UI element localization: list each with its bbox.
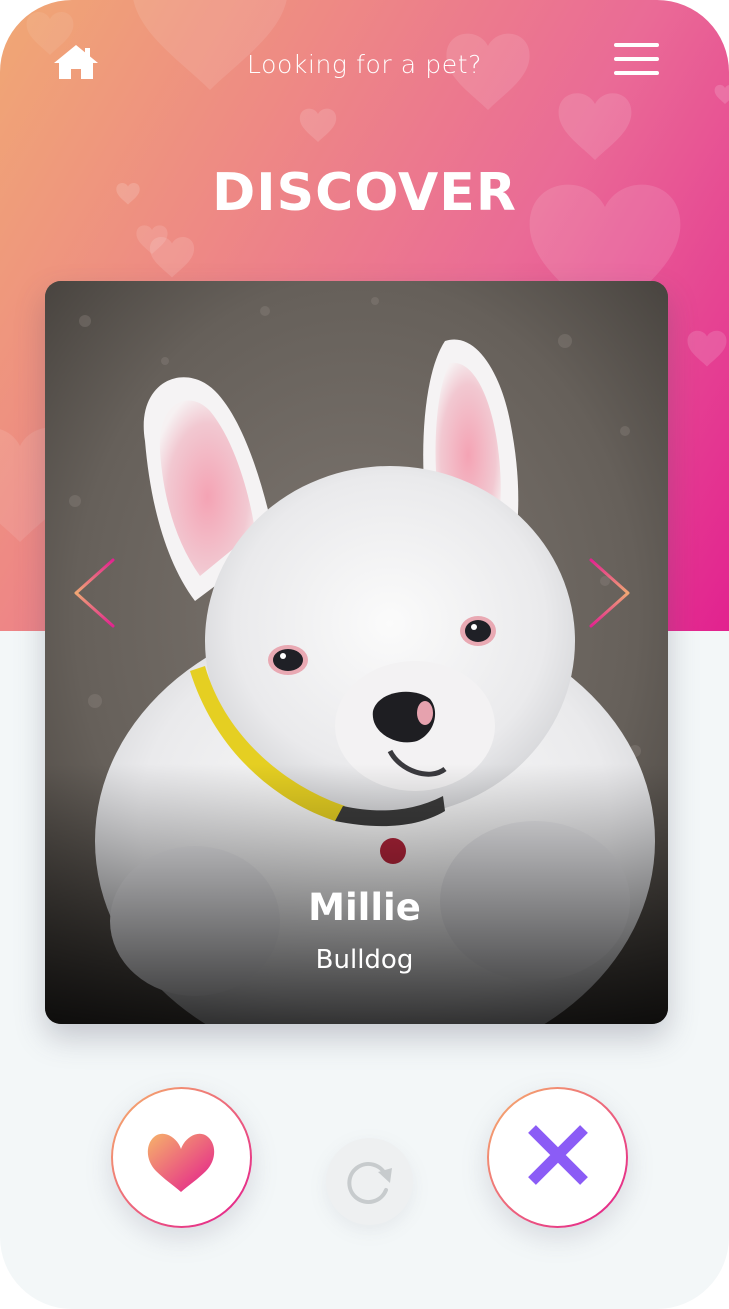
chevron-right-icon[interactable]	[586, 556, 636, 630]
chevron-left-icon[interactable]	[68, 556, 118, 630]
page-title: DISCOVER	[212, 163, 517, 223]
app-screen: Looking for a pet? DISCOVER Millie Bulld…	[0, 0, 729, 1309]
pet-name: Millie	[308, 886, 421, 929]
reload-button[interactable]	[326, 1138, 413, 1225]
close-x-icon	[528, 1125, 588, 1185]
heart-icon	[147, 1133, 215, 1192]
like-button[interactable]	[111, 1087, 252, 1228]
hamburger-menu-icon[interactable]	[612, 40, 660, 78]
dislike-button[interactable]	[487, 1087, 628, 1228]
reload-icon	[347, 1162, 392, 1204]
pet-breed: Bulldog	[315, 945, 414, 975]
